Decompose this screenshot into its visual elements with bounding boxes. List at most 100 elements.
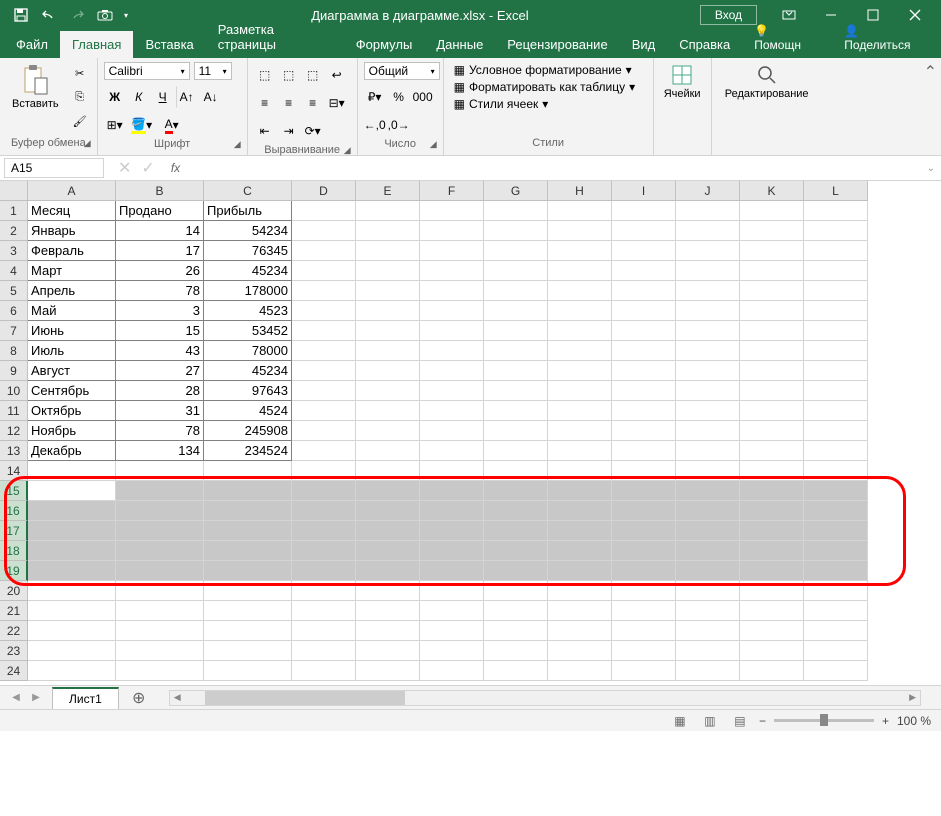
underline-button[interactable]: Ч — [152, 86, 174, 108]
cell-B5[interactable]: 78 — [116, 281, 204, 301]
cell-D24[interactable] — [292, 661, 356, 681]
row-header-5[interactable]: 5 — [0, 281, 28, 301]
cells-button[interactable]: Ячейки — [658, 62, 707, 102]
cell-I17[interactable] — [612, 521, 676, 541]
cell-J20[interactable] — [676, 581, 740, 601]
tab-data[interactable]: Данные — [424, 31, 495, 58]
zoom-out-icon[interactable]: − — [759, 714, 766, 728]
cell-A5[interactable]: Апрель — [28, 281, 116, 301]
cell-F14[interactable] — [420, 461, 484, 481]
cell-L15[interactable] — [804, 481, 868, 501]
align-top-icon[interactable]: ⬚ — [254, 64, 276, 86]
cell-K17[interactable] — [740, 521, 804, 541]
cell-G4[interactable] — [484, 261, 548, 281]
cell-B19[interactable] — [116, 561, 204, 581]
cell-H6[interactable] — [548, 301, 612, 321]
cell-F10[interactable] — [420, 381, 484, 401]
page-layout-view-icon[interactable]: ▥ — [699, 712, 721, 730]
cell-E23[interactable] — [356, 641, 420, 661]
cell-B16[interactable] — [116, 501, 204, 521]
cell-G8[interactable] — [484, 341, 548, 361]
increase-indent-icon[interactable]: ⇥ — [278, 120, 300, 142]
cell-C10[interactable]: 97643 — [204, 381, 292, 401]
row-header-6[interactable]: 6 — [0, 301, 28, 321]
cell-L18[interactable] — [804, 541, 868, 561]
cell-J7[interactable] — [676, 321, 740, 341]
decrease-decimal-icon[interactable]: ,0→ — [388, 114, 410, 136]
clipboard-launcher-icon[interactable]: ◢ — [84, 138, 91, 149]
cell-C18[interactable] — [204, 541, 292, 561]
cell-K16[interactable] — [740, 501, 804, 521]
cell-L24[interactable] — [804, 661, 868, 681]
tell-me[interactable]: 💡 Помощн — [742, 18, 828, 58]
tab-help[interactable]: Справка — [667, 31, 742, 58]
cell-E16[interactable] — [356, 501, 420, 521]
cell-A16[interactable] — [28, 501, 116, 521]
cell-F5[interactable] — [420, 281, 484, 301]
wrap-text-icon[interactable]: ↩ — [326, 64, 348, 86]
cell-E10[interactable] — [356, 381, 420, 401]
cell-G1[interactable] — [484, 201, 548, 221]
cell-C20[interactable] — [204, 581, 292, 601]
cell-F4[interactable] — [420, 261, 484, 281]
increase-font-icon[interactable]: A↑ — [176, 86, 198, 108]
zoom-level[interactable]: 100 % — [897, 714, 931, 728]
cell-A12[interactable]: Ноябрь — [28, 421, 116, 441]
cell-B6[interactable]: 3 — [116, 301, 204, 321]
cell-H9[interactable] — [548, 361, 612, 381]
redo-icon[interactable] — [64, 2, 90, 28]
cell-K23[interactable] — [740, 641, 804, 661]
zoom-in-icon[interactable]: + — [882, 714, 889, 728]
cell-G2[interactable] — [484, 221, 548, 241]
cell-H10[interactable] — [548, 381, 612, 401]
cell-I9[interactable] — [612, 361, 676, 381]
cell-G13[interactable] — [484, 441, 548, 461]
cell-B8[interactable]: 43 — [116, 341, 204, 361]
fill-color-button[interactable]: 🪣▾ — [128, 114, 156, 136]
cell-L1[interactable] — [804, 201, 868, 221]
col-header-L[interactable]: L — [804, 181, 868, 201]
cell-A24[interactable] — [28, 661, 116, 681]
row-header-18[interactable]: 18 — [0, 541, 28, 561]
cell-H1[interactable] — [548, 201, 612, 221]
cell-E1[interactable] — [356, 201, 420, 221]
cell-C12[interactable]: 245908 — [204, 421, 292, 441]
cell-E5[interactable] — [356, 281, 420, 301]
cell-I6[interactable] — [612, 301, 676, 321]
cell-H13[interactable] — [548, 441, 612, 461]
cell-H8[interactable] — [548, 341, 612, 361]
cell-E14[interactable] — [356, 461, 420, 481]
col-header-A[interactable]: A — [28, 181, 116, 201]
cell-E22[interactable] — [356, 621, 420, 641]
cell-F24[interactable] — [420, 661, 484, 681]
cell-I19[interactable] — [612, 561, 676, 581]
share-button[interactable]: 👤 Поделиться — [832, 18, 937, 58]
enter-formula-icon[interactable]: ✓ — [141, 158, 154, 178]
cell-D2[interactable] — [292, 221, 356, 241]
cell-L10[interactable] — [804, 381, 868, 401]
cell-E11[interactable] — [356, 401, 420, 421]
editing-button[interactable]: Редактирование — [719, 62, 815, 102]
cell-H24[interactable] — [548, 661, 612, 681]
cell-H3[interactable] — [548, 241, 612, 261]
row-header-15[interactable]: 15 — [0, 481, 28, 501]
col-header-H[interactable]: H — [548, 181, 612, 201]
cell-H19[interactable] — [548, 561, 612, 581]
cell-G9[interactable] — [484, 361, 548, 381]
font-launcher-icon[interactable]: ◢ — [234, 139, 241, 150]
cell-C21[interactable] — [204, 601, 292, 621]
cell-J12[interactable] — [676, 421, 740, 441]
cell-D1[interactable] — [292, 201, 356, 221]
cell-D4[interactable] — [292, 261, 356, 281]
border-button[interactable]: ⊞▾ — [104, 114, 126, 136]
col-header-F[interactable]: F — [420, 181, 484, 201]
cell-B10[interactable]: 28 — [116, 381, 204, 401]
cell-I3[interactable] — [612, 241, 676, 261]
cell-C14[interactable] — [204, 461, 292, 481]
cell-A19[interactable] — [28, 561, 116, 581]
cell-C3[interactable]: 76345 — [204, 241, 292, 261]
cell-L6[interactable] — [804, 301, 868, 321]
cell-L21[interactable] — [804, 601, 868, 621]
cell-I14[interactable] — [612, 461, 676, 481]
row-header-3[interactable]: 3 — [0, 241, 28, 261]
